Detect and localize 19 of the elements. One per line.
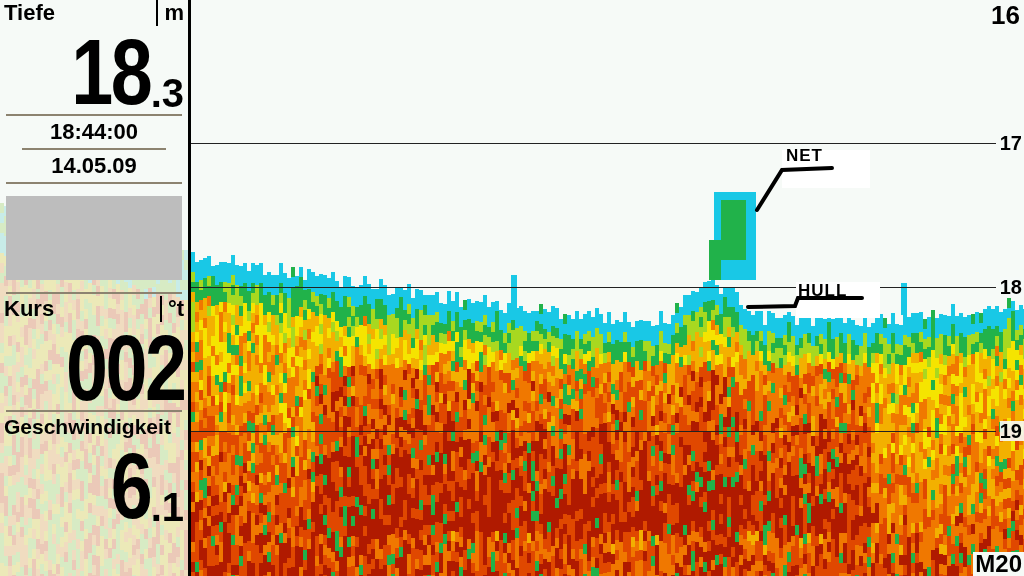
unit-label: °t xyxy=(159,296,184,322)
annotation-label: NET xyxy=(786,146,823,166)
field-label: Geschwindigkeit xyxy=(4,414,171,440)
depth-label: 17 xyxy=(999,133,1024,153)
range-label: M20 xyxy=(973,552,1024,576)
depth-value: 18 xyxy=(71,32,151,112)
depth-decimal: .3 xyxy=(150,74,184,112)
time-value: 18:44:00 xyxy=(48,118,140,146)
speed-value: 6 xyxy=(111,446,151,526)
annotation-label: HULL xyxy=(798,281,848,301)
field-label: Tiefe xyxy=(4,0,55,26)
date-value: 14.05.09 xyxy=(50,152,138,180)
depth-label: 16 xyxy=(991,0,1020,31)
field-label: Kurs xyxy=(4,296,55,322)
course-value: 002 xyxy=(65,328,184,408)
depth-label: 18 xyxy=(999,277,1024,297)
speed-decimal: .1 xyxy=(150,488,184,526)
depth-label: 19 xyxy=(999,421,1024,441)
unit-label: m xyxy=(156,0,184,26)
